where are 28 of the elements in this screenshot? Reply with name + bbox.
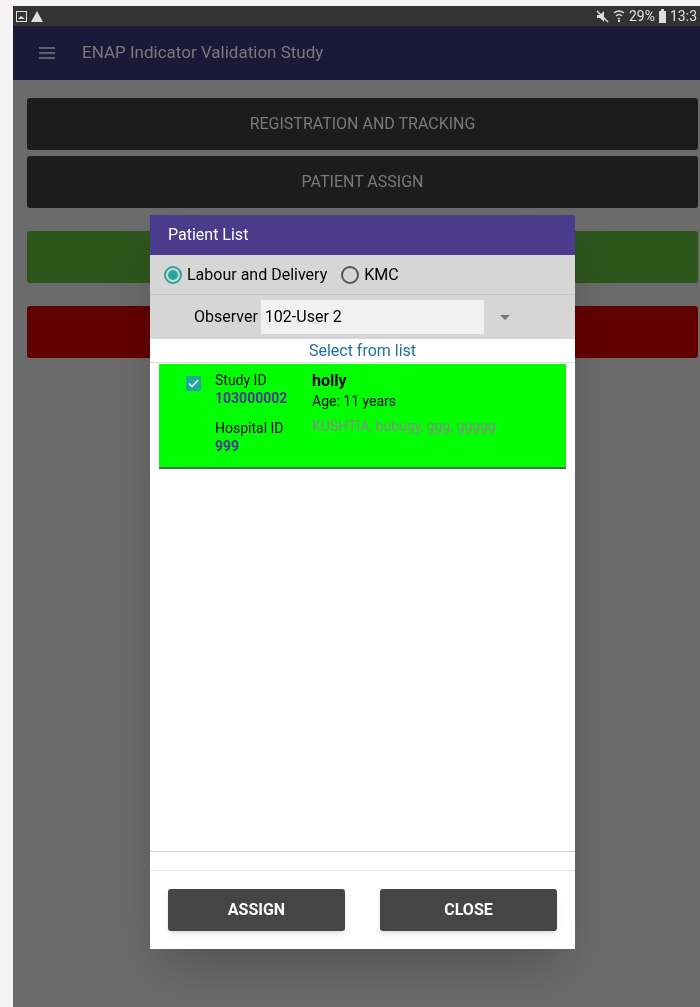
study-id-value: 103000002 bbox=[215, 390, 289, 406]
clock-time: 13:3 bbox=[670, 6, 697, 26]
hospital-id-label: Hospital ID bbox=[215, 420, 285, 436]
patient-address: KUSHTIA, bubugy, ggg, ggggg bbox=[312, 418, 496, 434]
radio-option[interactable]: KMC bbox=[341, 262, 399, 287]
patient-name: holly bbox=[312, 372, 348, 390]
study-id-label: Study ID bbox=[215, 372, 268, 388]
battery-icon bbox=[659, 9, 666, 23]
list-hint: Select from list bbox=[150, 339, 575, 363]
menu-icon[interactable] bbox=[39, 47, 55, 59]
wifi-icon bbox=[613, 9, 625, 23]
image-icon bbox=[16, 10, 27, 22]
menu-button[interactable]: PATIENT ASSIGN bbox=[27, 156, 698, 208]
dialog-title: Patient List bbox=[150, 215, 575, 255]
warning-icon bbox=[31, 10, 43, 22]
patient-row[interactable]: Study ID 103000002 Hospital ID 999 holly Age: 11 years KUSHTIA, bubugy, ggg, ggggg bbox=[159, 364, 566, 469]
checkbox[interactable] bbox=[186, 376, 201, 391]
mute-icon bbox=[596, 9, 609, 23]
dialog-button[interactable]: ASSIGN bbox=[168, 889, 345, 931]
hospital-id-value: 999 bbox=[215, 438, 241, 454]
menu-button[interactable]: REGISTRATION AND TRACKING bbox=[27, 98, 698, 150]
radio-option[interactable]: Labour and Delivery bbox=[164, 262, 328, 287]
patient-age: Age: 11 years bbox=[312, 392, 398, 410]
observer-label: Observer bbox=[194, 306, 258, 328]
battery-percentage: 29% bbox=[629, 6, 655, 26]
app-title: ENAP Indicator Validation Study bbox=[82, 41, 324, 65]
dropdown-caret-icon bbox=[499, 314, 510, 320]
dialog-button[interactable]: CLOSE bbox=[380, 889, 557, 931]
